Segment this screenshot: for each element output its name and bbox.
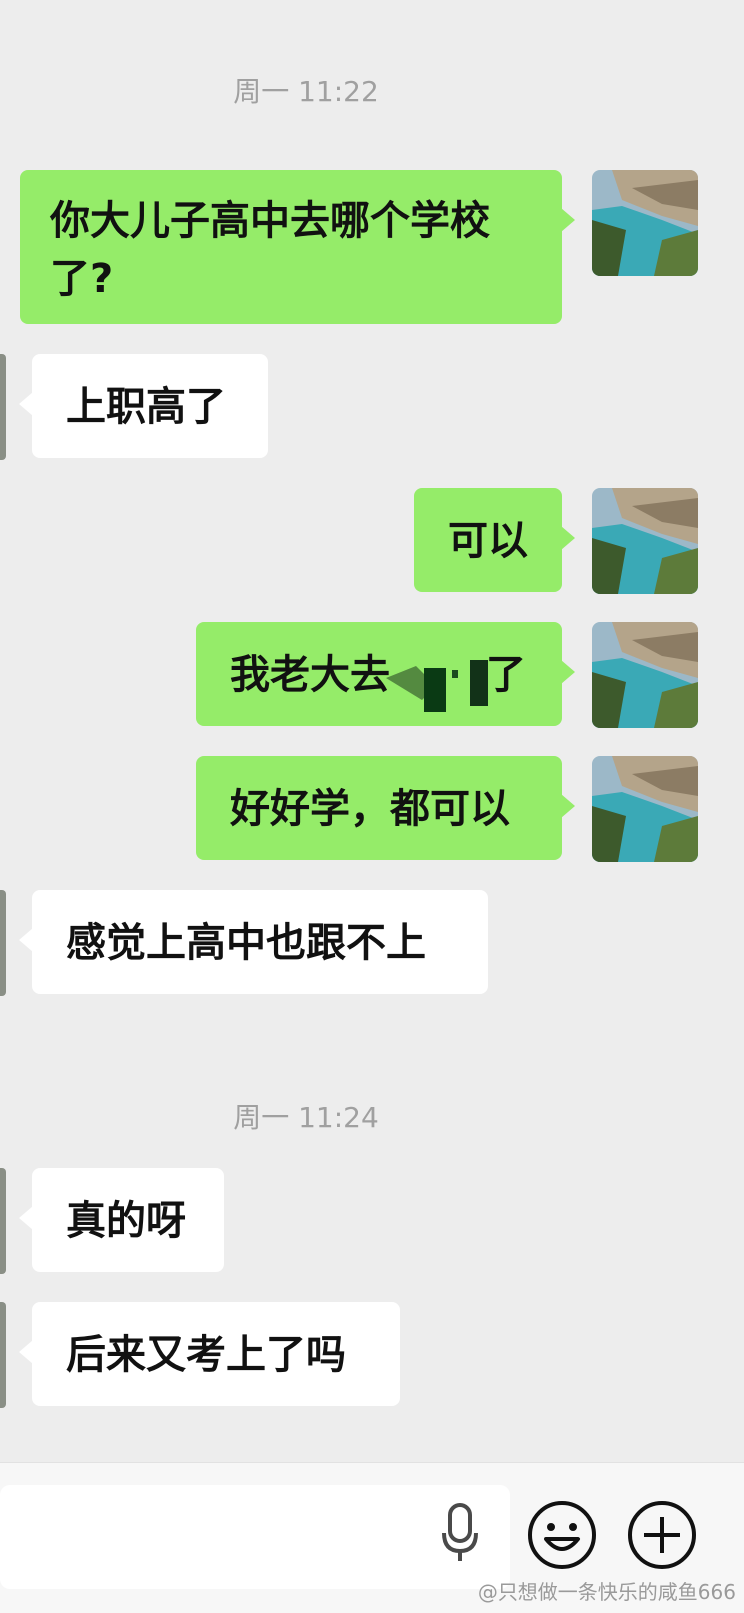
message-text: 可以 bbox=[448, 518, 528, 564]
input-toolbar: @只想做一条快乐的咸鱼666 bbox=[0, 1462, 744, 1613]
message-bubble-received[interactable]: 后来又考上了吗 bbox=[19, 1302, 400, 1406]
chat-area[interactable]: 周一 11:22 你大儿子高中去哪个学校了? 上职高了 可以 我老大去 了 好好… bbox=[0, 0, 744, 1462]
landscape-avatar-icon bbox=[592, 622, 698, 728]
message-bubble-received[interactable]: 感觉上高中也跟不上 bbox=[19, 890, 488, 994]
landscape-avatar-icon bbox=[592, 170, 698, 276]
landscape-avatar-icon bbox=[592, 488, 698, 594]
contact-avatar[interactable] bbox=[0, 1168, 6, 1274]
message-bubble-sent[interactable]: 我老大去了 bbox=[196, 622, 575, 726]
my-avatar[interactable] bbox=[592, 170, 698, 276]
landscape-avatar-icon bbox=[592, 756, 698, 862]
message-input[interactable] bbox=[0, 1485, 510, 1589]
message-bubble-sent[interactable]: 可以 bbox=[414, 488, 575, 592]
timestamp: 周一 11:24 bbox=[233, 1101, 379, 1134]
contact-avatar[interactable] bbox=[0, 1302, 6, 1408]
plus-icon[interactable] bbox=[626, 1499, 698, 1571]
message-bubble-sent[interactable]: 好好学，都可以 bbox=[196, 756, 575, 860]
my-avatar[interactable] bbox=[592, 756, 698, 862]
contact-avatar[interactable] bbox=[0, 890, 6, 996]
microphone-icon[interactable] bbox=[440, 1503, 480, 1565]
message-text: 感觉上高中也跟不上 bbox=[66, 920, 426, 966]
redaction-mask bbox=[386, 660, 488, 712]
my-avatar[interactable] bbox=[592, 622, 698, 728]
message-text: 你大儿子高中去哪个学校了? bbox=[50, 198, 490, 302]
message-text: 真的呀 bbox=[66, 1198, 186, 1244]
contact-avatar[interactable] bbox=[0, 354, 6, 460]
message-bubble-sent[interactable]: 你大儿子高中去哪个学校了? bbox=[20, 170, 575, 324]
smiley-icon[interactable] bbox=[526, 1499, 598, 1571]
message-text: 我老大去 bbox=[230, 652, 390, 698]
message-bubble-received[interactable]: 上职高了 bbox=[19, 354, 268, 458]
message-text: 后来又考上了吗 bbox=[66, 1332, 346, 1378]
timestamp: 周一 11:22 bbox=[233, 75, 379, 108]
message-text: 好好学，都可以 bbox=[230, 786, 510, 832]
my-avatar[interactable] bbox=[592, 488, 698, 594]
message-bubble-received[interactable]: 真的呀 bbox=[19, 1168, 224, 1272]
watermark: @只想做一条快乐的咸鱼666 bbox=[477, 1580, 736, 1604]
message-text: 上职高了 bbox=[66, 384, 226, 430]
